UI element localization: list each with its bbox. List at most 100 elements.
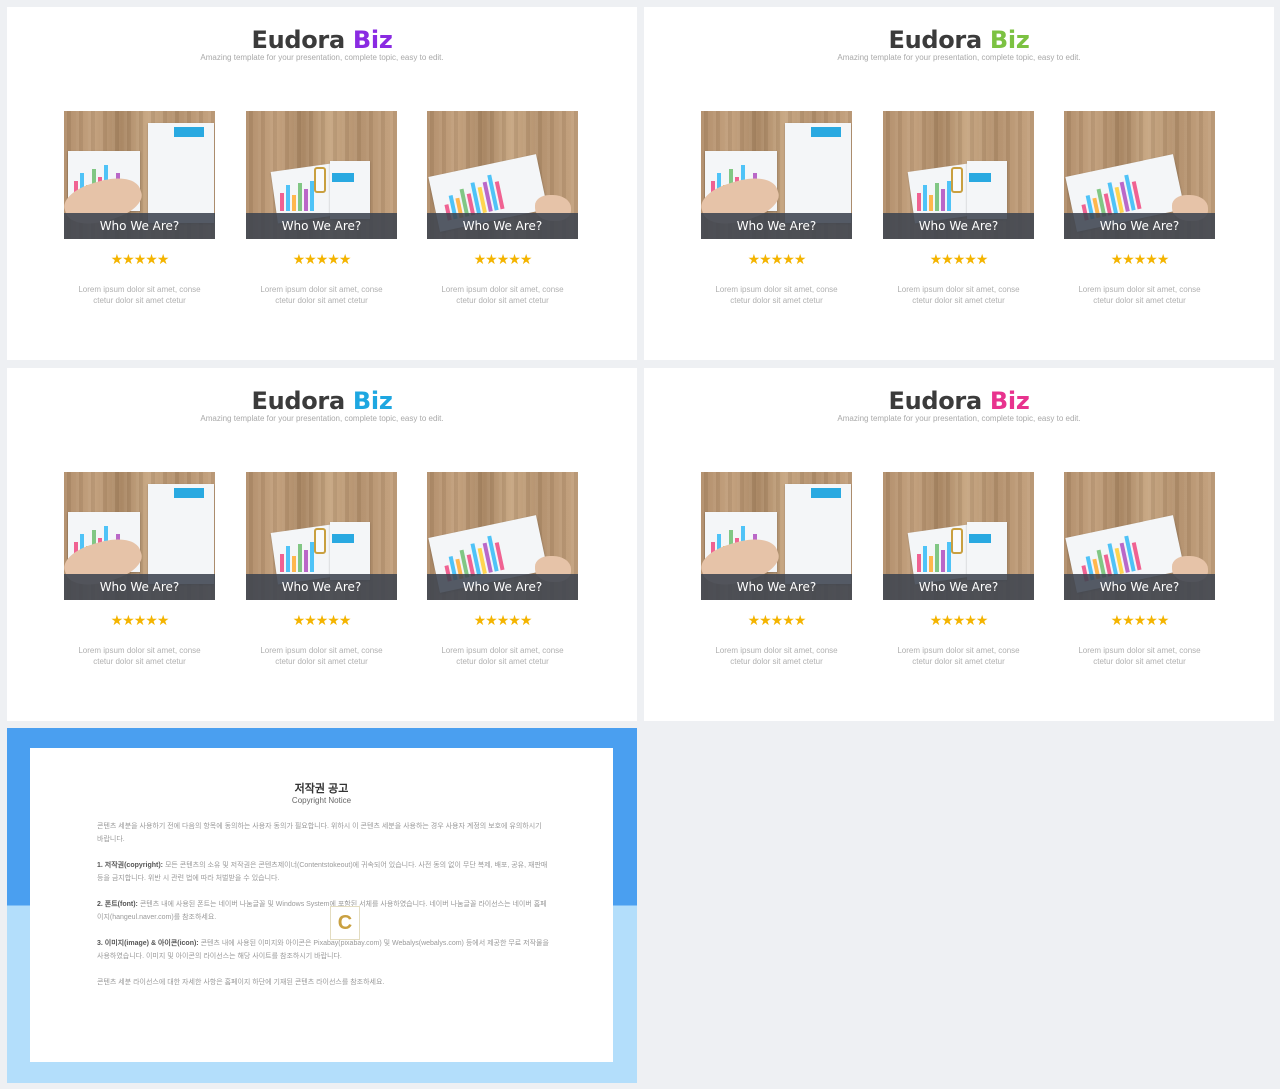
team-card[interactable]: Who We Are? ★★★★★ Lorem ipsum dolor sit am…	[246, 472, 397, 667]
watermark-logo: C	[330, 906, 360, 940]
slide-title: Eudora Biz	[7, 26, 637, 54]
title-main: Eudora	[888, 26, 982, 54]
slide-subtitle: Amazing template for your presentation, …	[837, 53, 1081, 62]
desc-line-2: ctetur dolor sit amet ctetur	[93, 657, 186, 666]
notice-title: 저작권 공고	[294, 783, 349, 795]
team-card[interactable]: Who We Are? ★★★★★ Lorem ipsum dolor sit am…	[246, 111, 397, 306]
desc-line-1: Lorem ipsum dolor sit amet, conse	[78, 285, 201, 294]
desc-line-2: ctetur dolor sit amet ctetur	[456, 657, 549, 666]
title-accent: Biz	[352, 387, 393, 415]
notice-section-font: 2. 폰트(font): 콘텐츠 내에 사용된 폰트는 네이버 나눔글꼴 및 W…	[97, 898, 549, 924]
slide-subtitle: Amazing template for your presentation, …	[200, 414, 444, 423]
card-caption: Who We Are?	[64, 213, 215, 239]
desc-line-1: Lorem ipsum dolor sit amet, conse	[260, 646, 383, 655]
desc-line-2: ctetur dolor sit amet ctetur	[93, 296, 186, 305]
desc-line-1: Lorem ipsum dolor sit amet, conse	[897, 646, 1020, 655]
slide-1[interactable]: Eudora Biz Amazing template for your pres…	[7, 7, 637, 360]
section-heading: 1. 저작권(copyright):	[97, 862, 163, 869]
card-caption: Who We Are?	[701, 213, 852, 239]
desc-line-2: ctetur dolor sit amet ctetur	[456, 296, 549, 305]
card-photo: Who We Are?	[246, 111, 397, 239]
slide-title: Eudora Biz	[7, 387, 637, 415]
card-description: Lorem ipsum dolor sit amet, conse ctetur …	[427, 284, 578, 306]
desc-line-1: Lorem ipsum dolor sit amet, conse	[715, 646, 838, 655]
team-card[interactable]: Who We Are? ★★★★★ Lorem ipsum dolor sit am…	[427, 472, 578, 667]
card-description: Lorem ipsum dolor sit amet, conse ctetur …	[64, 284, 215, 306]
card-caption: Who We Are?	[701, 574, 852, 600]
star-rating-icon: ★★★★★	[747, 612, 807, 628]
copyright-notice-panel: 저작권 공고 Copyright Notice 콘텐츠 세분을 사용하기 전에 …	[30, 748, 613, 1062]
card-caption: Who We Are?	[427, 213, 578, 239]
desc-line-2: ctetur dolor sit amet ctetur	[275, 296, 368, 305]
card-caption: Who We Are?	[427, 574, 578, 600]
team-card[interactable]: Who We Are? ★★★★★ Lorem ipsum dolor sit am…	[701, 472, 852, 667]
slide-subtitle: Amazing template for your presentation, …	[837, 414, 1081, 423]
star-rating-icon: ★★★★★	[929, 612, 989, 628]
desc-line-1: Lorem ipsum dolor sit amet, conse	[441, 646, 564, 655]
card-caption: Who We Are?	[883, 213, 1034, 239]
desc-line-2: ctetur dolor sit amet ctetur	[275, 657, 368, 666]
star-rating-icon: ★★★★★	[292, 251, 352, 267]
slide-3[interactable]: Eudora Biz Amazing template for your pres…	[7, 368, 637, 721]
team-card[interactable]: Who We Are? ★★★★★ Lorem ipsum dolor sit am…	[883, 111, 1034, 306]
card-description: Lorem ipsum dolor sit amet, conse ctetur …	[1064, 284, 1215, 306]
card-caption: Who We Are?	[883, 574, 1034, 600]
card-photo: Who We Are?	[883, 111, 1034, 239]
star-rating-icon: ★★★★★	[1110, 612, 1170, 628]
notice-body: 콘텐츠 세분을 사용하기 전에 다음의 항목에 동의하는 사용자 동의가 필요합…	[97, 820, 549, 1002]
slide-2[interactable]: Eudora Biz Amazing template for your pres…	[644, 7, 1274, 360]
team-card[interactable]: Who We Are? ★★★★★ Lorem ipsum dolor sit am…	[701, 111, 852, 306]
title-main: Eudora	[888, 387, 982, 415]
desc-line-2: ctetur dolor sit amet ctetur	[912, 657, 1005, 666]
card-caption: Who We Are?	[1064, 213, 1215, 239]
team-card[interactable]: Who We Are? ★★★★★ Lorem ipsum dolor sit am…	[427, 111, 578, 306]
card-description: Lorem ipsum dolor sit amet, conse ctetur …	[883, 645, 1034, 667]
title-accent: Biz	[989, 387, 1030, 415]
title-accent: Biz	[989, 26, 1030, 54]
card-description: Lorem ipsum dolor sit amet, conse ctetur …	[701, 284, 852, 306]
card-description: Lorem ipsum dolor sit amet, conse ctetur …	[427, 645, 578, 667]
team-card[interactable]: Who We Are? ★★★★★ Lorem ipsum dolor sit am…	[64, 111, 215, 306]
desc-line-1: Lorem ipsum dolor sit amet, conse	[78, 646, 201, 655]
card-description: Lorem ipsum dolor sit amet, conse ctetur …	[1064, 645, 1215, 667]
desc-line-1: Lorem ipsum dolor sit amet, conse	[441, 285, 564, 294]
card-caption: Who We Are?	[1064, 574, 1215, 600]
card-description: Lorem ipsum dolor sit amet, conse ctetur …	[246, 645, 397, 667]
desc-line-2: ctetur dolor sit amet ctetur	[1093, 296, 1186, 305]
slide-4[interactable]: Eudora Biz Amazing template for your pres…	[644, 368, 1274, 721]
card-caption: Who We Are?	[246, 574, 397, 600]
slide-copyright[interactable]: 저작권 공고 Copyright Notice 콘텐츠 세분을 사용하기 전에 …	[7, 728, 637, 1083]
card-photo: Who We Are?	[1064, 111, 1215, 239]
desc-line-1: Lorem ipsum dolor sit amet, conse	[260, 285, 383, 294]
star-rating-icon: ★★★★★	[747, 251, 807, 267]
title-main: Eudora	[251, 387, 345, 415]
team-card[interactable]: Who We Are? ★★★★★ Lorem ipsum dolor sit am…	[1064, 111, 1215, 306]
desc-line-2: ctetur dolor sit amet ctetur	[912, 296, 1005, 305]
desc-line-1: Lorem ipsum dolor sit amet, conse	[1078, 285, 1201, 294]
notice-outro: 콘텐츠 세분 라이선스에 대한 자세한 사항은 홈페이지 하단에 기재된 콘텐츠…	[97, 979, 385, 986]
desc-line-1: Lorem ipsum dolor sit amet, conse	[715, 285, 838, 294]
star-rating-icon: ★★★★★	[1110, 251, 1170, 267]
slide-title: Eudora Biz	[644, 26, 1274, 54]
card-caption: Who We Are?	[246, 213, 397, 239]
star-rating-icon: ★★★★★	[110, 612, 170, 628]
section-heading: 2. 폰트(font):	[97, 901, 138, 908]
card-description: Lorem ipsum dolor sit amet, conse ctetur …	[246, 284, 397, 306]
star-rating-icon: ★★★★★	[473, 251, 533, 267]
desc-line-2: ctetur dolor sit amet ctetur	[730, 657, 823, 666]
team-card[interactable]: Who We Are? ★★★★★ Lorem ipsum dolor sit am…	[64, 472, 215, 667]
card-photo: Who We Are?	[246, 472, 397, 600]
card-photo: Who We Are?	[427, 472, 578, 600]
notice-subtitle: Copyright Notice	[291, 796, 352, 805]
desc-line-1: Lorem ipsum dolor sit amet, conse	[897, 285, 1020, 294]
card-photo: Who We Are?	[701, 472, 852, 600]
team-card[interactable]: Who We Are? ★★★★★ Lorem ipsum dolor sit am…	[883, 472, 1034, 667]
card-photo: Who We Are?	[64, 111, 215, 239]
card-photo: Who We Are?	[64, 472, 215, 600]
team-card[interactable]: Who We Are? ★★★★★ Lorem ipsum dolor sit am…	[1064, 472, 1215, 667]
card-photo: Who We Are?	[883, 472, 1034, 600]
card-photo: Who We Are?	[701, 111, 852, 239]
desc-line-2: ctetur dolor sit amet ctetur	[730, 296, 823, 305]
slide-title: Eudora Biz	[644, 387, 1274, 415]
slide-subtitle: Amazing template for your presentation, …	[200, 53, 444, 62]
